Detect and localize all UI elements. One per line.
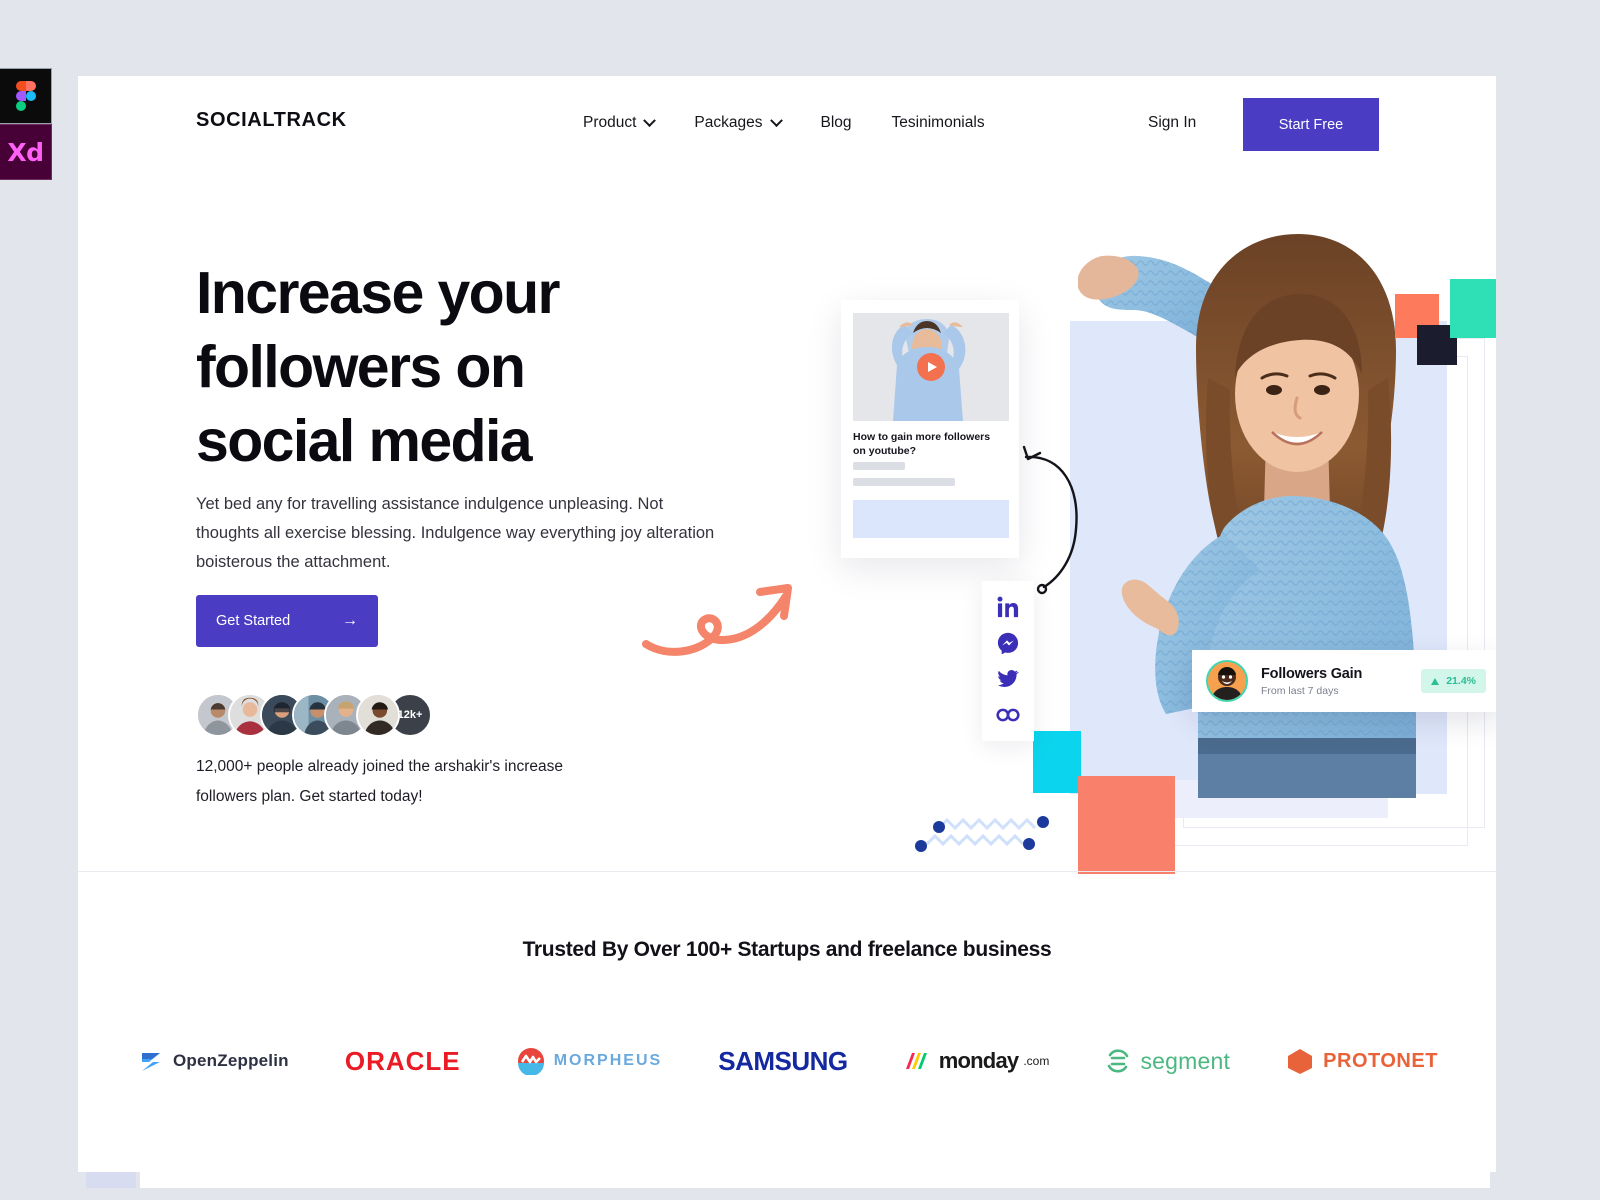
monday-icon [905, 1053, 927, 1069]
hero-illustration: How to gain more followers on youtube? F… [638, 156, 1496, 916]
logo-row: OpenZeppelin ORACLE MORPHEUS SAMSUNG mon… [138, 1031, 1438, 1091]
monday-suffix: .com [1023, 1054, 1050, 1068]
decor-square-coral-large [1078, 776, 1175, 874]
connector-arrow-icon [1022, 445, 1078, 595]
chevron-down-icon [769, 113, 783, 127]
protonet-icon [1288, 1049, 1313, 1074]
arrow-right-icon: → [342, 612, 358, 629]
logo-oracle: ORACLE [345, 1046, 461, 1077]
chevron-down-icon [643, 113, 657, 127]
followers-card-title: Followers Gain [1261, 665, 1363, 682]
logo-monday: monday .com [904, 1048, 1050, 1074]
nav-item-product[interactable]: Product [583, 113, 657, 132]
video-card-footer [853, 500, 1009, 538]
status-badge: 21.4% [1421, 669, 1486, 693]
figma-app-badge[interactable] [0, 68, 52, 124]
brand-logo[interactable]: SOCIALTRACK [196, 109, 347, 132]
twitter-icon[interactable] [997, 668, 1019, 690]
page-title: Increase your followers on social media [196, 260, 561, 474]
followers-card-texts: Followers Gain From last 7 days [1261, 666, 1421, 697]
section-divider [78, 871, 1496, 872]
app-rail: Xd [0, 68, 52, 180]
website-page: SOCIALTRACK Product Packages Blog Tesini… [78, 76, 1496, 1172]
morpheus-label: MORPHEUS [553, 1052, 663, 1069]
logo-openzeppelin: OpenZeppelin [138, 1048, 289, 1074]
followers-change-value: 21.4% [1446, 675, 1476, 687]
followers-gain-card: Followers Gain From last 7 days 21.4% [1192, 650, 1496, 712]
play-icon [927, 362, 937, 372]
nav-item-product-label: Product [583, 114, 637, 131]
joined-text: 12,000+ people already joined the arshak… [196, 758, 564, 805]
followers-card-subtitle: From last 7 days [1261, 684, 1339, 697]
placeholder-bar [853, 478, 955, 486]
oracle-label: ORACLE [344, 1045, 461, 1076]
avatar-face-icon [1208, 662, 1246, 700]
logo-protonet: PROTONET [1286, 1047, 1438, 1075]
nav-item-blog-label: Blog [820, 114, 852, 131]
adobe-xd-icon: Xd [7, 137, 44, 167]
avatar [356, 693, 400, 737]
social-links-strip [982, 581, 1034, 741]
protonet-label: PROTONET [1323, 1049, 1438, 1072]
play-button[interactable] [917, 353, 945, 381]
video-card-title: How to gain more followers on youtube? [853, 431, 991, 457]
get-started-button[interactable]: Get Started → [196, 595, 378, 647]
logo-morpheus: MORPHEUS [517, 1047, 662, 1075]
avatar [1206, 660, 1248, 702]
avatar-face-icon [358, 695, 398, 735]
nav-links: Product Packages Blog Tesinimonials [583, 113, 985, 132]
sign-in-link[interactable]: Sign In [1148, 114, 1196, 132]
nav-item-testimonials[interactable]: Tesinimonials [892, 114, 985, 132]
infinity-icon[interactable] [996, 704, 1020, 726]
avatar-group: 12k+ [196, 693, 432, 737]
figma-icon [15, 81, 36, 111]
placeholder-bar [853, 462, 905, 470]
logo-samsung: SAMSUNG [718, 1045, 848, 1077]
decor-square-cyan [1033, 731, 1081, 793]
openzeppelin-label: OpenZeppelin [173, 1051, 289, 1070]
linkedin-icon[interactable] [997, 596, 1019, 618]
video-card[interactable]: How to gain more followers on youtube? [841, 300, 1019, 558]
screenshot-root: Xd SOCIALTRACK Product Packages Blog Tes… [0, 0, 1600, 1200]
messenger-icon[interactable] [997, 632, 1019, 654]
samsung-label: SAMSUNG [718, 1045, 848, 1076]
trusted-heading: Trusted By Over 100+ Startups and freela… [522, 938, 1052, 961]
adobe-xd-app-badge[interactable]: Xd [0, 124, 52, 180]
decor-zigzag [915, 816, 1049, 852]
nav-item-packages-label: Packages [694, 114, 763, 131]
get-started-label: Get Started [216, 613, 291, 629]
segment-icon [1108, 1049, 1129, 1073]
segment-label: segment [1140, 1047, 1231, 1074]
video-thumbnail [853, 313, 1009, 421]
openzeppelin-icon [142, 1053, 160, 1071]
logo-segment: segment [1105, 1048, 1230, 1075]
decor-square-mint [1450, 279, 1496, 338]
triangle-up-icon [1431, 677, 1440, 685]
morpheus-icon [517, 1048, 544, 1075]
nav-item-packages[interactable]: Packages [694, 113, 783, 132]
nav-item-blog[interactable]: Blog [821, 114, 852, 132]
nav-item-testimonials-label: Tesinimonials [891, 114, 985, 131]
start-free-button[interactable]: Start Free [1243, 98, 1379, 151]
monday-label: monday [938, 1048, 1019, 1073]
